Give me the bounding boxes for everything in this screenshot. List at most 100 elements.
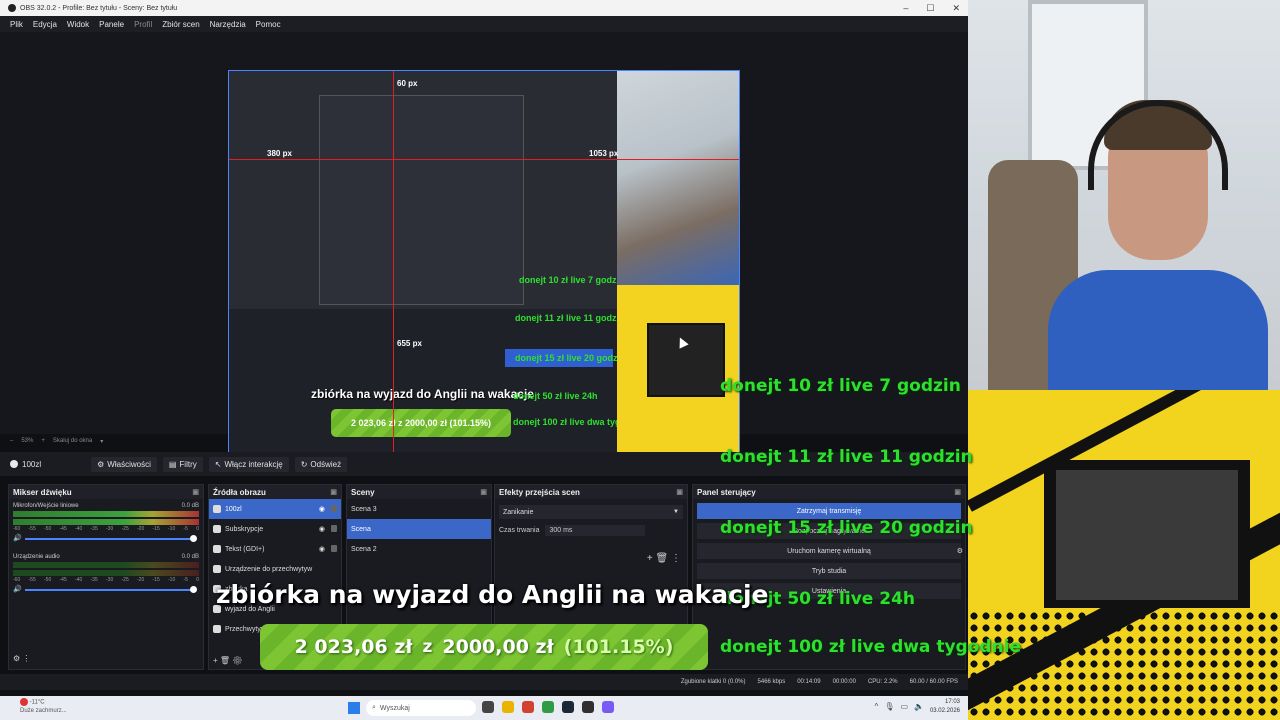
task-view-icon[interactable] — [482, 701, 494, 713]
track-name: Mikrofon/Wejście liniowe — [13, 503, 79, 509]
selected-source: 100zl — [10, 460, 41, 469]
reward-line-2: donejt 11 zł live 11 godzin — [720, 447, 973, 467]
system-tray: ^ 🎙 ▭ 🔈 — [875, 702, 924, 711]
eye-icon[interactable]: ◉ — [319, 525, 325, 533]
filters-button[interactable]: ▤ Filtry — [162, 456, 203, 472]
menu-edit[interactable]: Edycja — [33, 20, 57, 29]
eye-icon[interactable]: ◉ — [319, 505, 325, 513]
obs-icon[interactable] — [582, 701, 594, 713]
source-item[interactable]: 100zl ◉ — [209, 499, 341, 519]
speaker-icon[interactable]: 🔊 — [13, 585, 22, 593]
network-icon[interactable]: ▭ — [900, 702, 908, 711]
windows-start-icon[interactable] — [348, 702, 360, 714]
dock-menu-icon[interactable]: ▣ — [192, 488, 199, 496]
menu-scene-collection[interactable]: Zbiór scen — [162, 20, 199, 29]
eye-icon[interactable]: ◉ — [319, 545, 325, 553]
weather-icon — [20, 698, 28, 706]
zoom-out-icon[interactable]: – — [10, 438, 13, 444]
track-db: 0.0 dB — [181, 503, 199, 509]
lock-icon[interactable] — [331, 545, 337, 552]
dock-menu-icon[interactable]: ▣ — [480, 488, 487, 496]
volume-meter — [13, 562, 199, 568]
app-icon[interactable] — [522, 701, 534, 713]
scene-item[interactable]: Scena 2 — [347, 539, 491, 559]
menu-tools[interactable]: Narzędzia — [210, 20, 246, 29]
mini-reward-1: donejt 10 zł live 7 godzin — [519, 275, 625, 285]
dock-menu-icon[interactable]: ▣ — [330, 488, 337, 496]
gear-icon[interactable]: ⚙ — [957, 547, 963, 555]
more-icon[interactable]: ⋮ — [671, 553, 681, 564]
zoom-in-icon[interactable]: + — [41, 438, 45, 444]
virtual-camera-button[interactable]: Uruchom kamerę wirtualną ⚙ — [697, 543, 963, 559]
menu-profile[interactable]: Profil — [134, 20, 152, 29]
preview-canvas[interactable]: zbiórka na wyjazd do Anglii na wakacje 2… — [228, 70, 740, 462]
app-icon-2[interactable] — [602, 701, 614, 713]
interact-button[interactable]: ↖ Włącz interakcję — [208, 456, 289, 472]
window-title: OBS 32.0.2 - Profile: Bez tytułu - Sceny… — [20, 4, 178, 12]
taskbar: -11°C Duże zachmurz... ⌕ Wyszukaj ^ 🎙 ▭ … — [0, 696, 968, 720]
bitrate: 5466 kbps — [757, 679, 786, 685]
gear-icon: ⚙ — [97, 459, 105, 469]
minimize-button[interactable]: – — [903, 3, 908, 13]
source-settings-icon[interactable]: ⚙ — [232, 656, 242, 665]
steam-icon[interactable] — [562, 701, 574, 713]
volume-meter-right — [13, 570, 199, 576]
volume-slider[interactable]: 🔊 — [13, 585, 199, 595]
file-explorer-icon[interactable] — [502, 701, 514, 713]
source-item[interactable]: Urządzenie do przechwytyw — [209, 559, 341, 579]
volume-slider[interactable]: 🔊 — [13, 534, 199, 544]
mixer-settings-icon[interactable]: ⚙ ⋮ — [13, 654, 30, 663]
source-item[interactable]: Tekst (GDI+) ◉ — [209, 539, 341, 559]
mini-goal-line: 2 023,06 zł z 2000,00 zł (101.15%) — [350, 418, 492, 428]
chrome-icon[interactable] — [542, 701, 554, 713]
goal-target: 2000,00 zł — [442, 636, 554, 658]
scale-dropdown-icon[interactable]: ▾ — [100, 438, 103, 445]
volume-slider-knob[interactable] — [190, 586, 197, 593]
title-bar: OBS 32.0.2 - Profile: Bez tytułu - Sceny… — [0, 0, 968, 16]
volume-meter — [13, 511, 199, 517]
menu-view[interactable]: Widok — [67, 20, 89, 29]
menu-file[interactable]: Plik — [10, 20, 23, 29]
clock[interactable]: 17:03 03.02.2026 — [930, 698, 960, 716]
weather-widget[interactable]: -11°C Duże zachmurz... — [20, 698, 67, 715]
mic-icon[interactable]: 🎙 — [884, 702, 894, 711]
guide-label-bottom: 655 px — [397, 339, 422, 348]
studio-mode-button[interactable]: Tryb studia — [697, 563, 961, 579]
cursor-icon: ↖ — [214, 459, 222, 469]
preview-area: zbiórka na wyjazd do Anglii na wakacje 2… — [0, 32, 968, 462]
add-source-icon[interactable]: + — [213, 656, 218, 665]
source-label: 100zl — [225, 505, 242, 513]
menu-help[interactable]: Pomoc — [256, 20, 281, 29]
scene-item[interactable]: Scena 3 — [347, 499, 491, 519]
scenes-title-bar: Sceny ▣ — [347, 485, 491, 499]
source-item[interactable]: Subskrypcje ◉ — [209, 519, 341, 539]
chevron-up-icon[interactable]: ^ — [875, 702, 879, 711]
lock-icon[interactable] — [331, 505, 337, 512]
dock-menu-icon[interactable]: ▣ — [676, 488, 683, 496]
menu-docks[interactable]: Panele — [99, 20, 124, 29]
transition-duration: Czas trwania 300 ms — [495, 525, 687, 536]
close-button[interactable]: ✕ — [952, 3, 960, 14]
volume-slider-knob[interactable] — [190, 535, 197, 542]
stop-streaming-button[interactable]: Zatrzymaj transmisję — [697, 503, 961, 519]
volume-icon[interactable]: 🔈 — [914, 702, 924, 711]
speaker-icon[interactable]: 🔊 — [13, 534, 22, 542]
properties-button[interactable]: ⚙ Właściwości — [91, 456, 157, 472]
maximize-button[interactable]: ☐ — [926, 3, 934, 14]
duration-input[interactable]: 300 ms — [545, 525, 646, 536]
refresh-button[interactable]: ↻ Odśwież — [294, 456, 348, 472]
transition-select[interactable]: Zanikanie ▼ — [499, 505, 683, 519]
scale-mode[interactable]: Skaluj do okna — [53, 438, 92, 444]
clock-time: 17:03 — [944, 699, 960, 705]
dock-menu-icon[interactable]: ▣ — [954, 488, 961, 496]
interact-label: Włącz interakcję — [224, 459, 283, 469]
goal-percent: (101.15%) — [563, 636, 674, 658]
add-transition-icon[interactable]: + — [647, 553, 653, 564]
scene-item[interactable]: Scena — [347, 519, 491, 539]
lock-icon[interactable] — [331, 525, 337, 532]
reward-line-3: donejt 15 zł live 20 godzin — [720, 518, 973, 538]
remove-transition-icon[interactable]: 🗑 — [656, 553, 669, 564]
nested-preview — [319, 95, 524, 305]
remove-source-icon[interactable]: 🗑 — [220, 656, 230, 665]
taskbar-search[interactable]: ⌕ Wyszukaj — [366, 700, 476, 716]
